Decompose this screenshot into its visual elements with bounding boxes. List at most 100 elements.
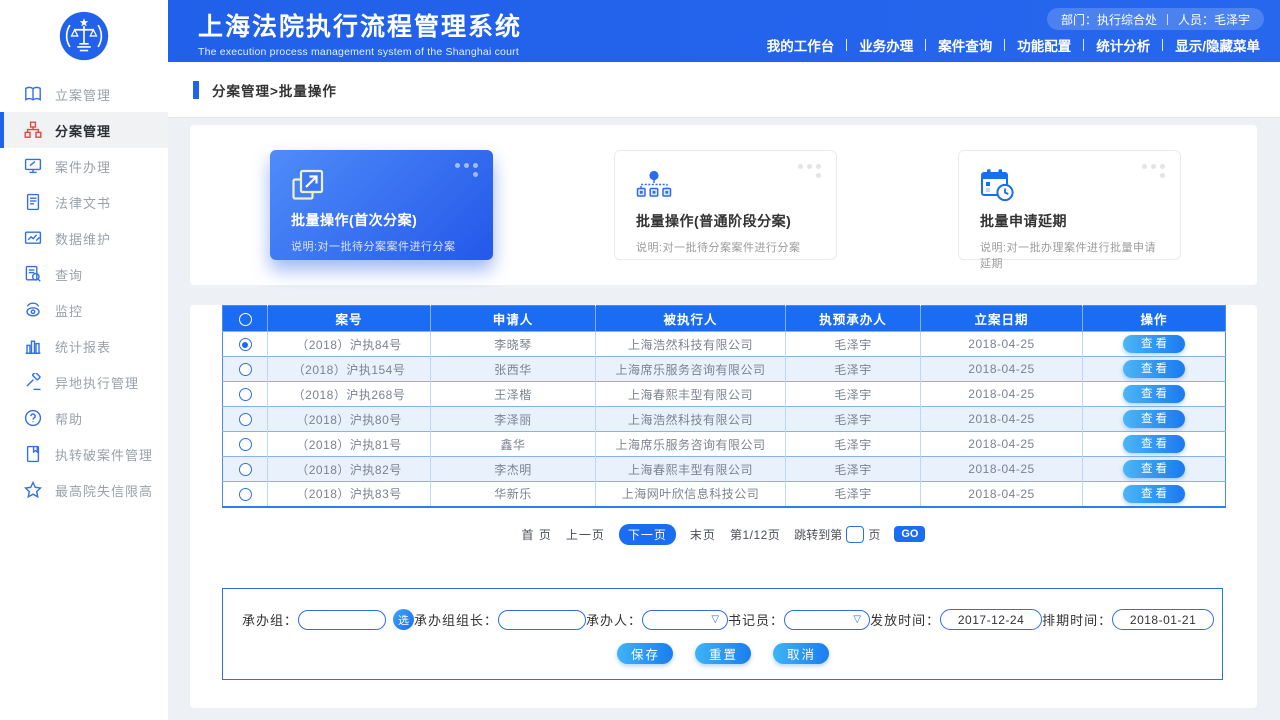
- cell-executee: 上海浩然科技有限公司: [596, 332, 786, 357]
- select-all-radio[interactable]: [239, 313, 252, 326]
- row-radio[interactable]: [239, 463, 252, 476]
- cancel-button[interactable]: 取消: [773, 643, 829, 664]
- breadcrumb-bar: 分案管理>批量操作: [168, 62, 1280, 118]
- nav-my-workbench[interactable]: 我的工作台: [755, 35, 847, 55]
- table-row: （2018）沪执84号 李晓琴 上海浩然科技有限公司 毛泽宇 2018-04-2…: [223, 332, 1226, 357]
- column-header-handler: 执预承办人: [786, 306, 921, 332]
- sidebar-item-help[interactable]: 帮助: [0, 400, 168, 436]
- pick-group-button[interactable]: 选: [393, 609, 414, 630]
- view-button[interactable]: 查看: [1123, 435, 1185, 453]
- field-label: 承办组：: [242, 610, 298, 629]
- sidebar-item-label: 异地执行管理: [55, 373, 139, 392]
- sidebar-item-bankruptcy-cases[interactable]: 执转破案件管理: [0, 436, 168, 472]
- dots-menu-icon: [455, 163, 479, 178]
- sidebar-item-data-maintenance[interactable]: 数据维护: [0, 220, 168, 256]
- sidebar-item-case-filing[interactable]: 立案管理: [0, 76, 168, 112]
- field-label: 书记员：: [728, 610, 784, 629]
- nav-case-query[interactable]: 案件查询: [926, 35, 1004, 55]
- field-label: 排期时间：: [1042, 610, 1112, 629]
- card-title: 批量操作(普通阶段分案): [636, 211, 822, 231]
- view-button[interactable]: 查看: [1123, 385, 1185, 403]
- cell-case-no: （2018）沪执80号: [268, 407, 431, 432]
- pagination-next[interactable]: 下一页: [619, 524, 676, 545]
- search-document-icon: [23, 264, 43, 284]
- cell-handler: 毛泽宇: [786, 457, 921, 482]
- view-button[interactable]: 查看: [1123, 360, 1185, 378]
- nav-business-handling[interactable]: 业务办理: [847, 35, 925, 55]
- cell-handler: 毛泽宇: [786, 407, 921, 432]
- card-batch-extension-request[interactable]: 批量申请延期 说明:对一批办理案件进行批量申请延期: [958, 150, 1181, 260]
- assignment-form: 承办组： 选 承办组组长： 承办人： ▽ 书记员： ▽ 发放时间：: [222, 588, 1223, 680]
- pagination-jump-input[interactable]: [846, 526, 864, 543]
- sidebar-item-case-handling[interactable]: 案件办理: [0, 148, 168, 184]
- column-header-case-no: 案号: [268, 306, 431, 332]
- card-title: 批量操作(首次分案): [291, 210, 479, 230]
- star-icon: [23, 480, 43, 500]
- cell-handler: 毛泽宇: [786, 357, 921, 382]
- sidebar-item-case-assignment[interactable]: 分案管理: [0, 112, 168, 148]
- column-header-actions: 操作: [1083, 306, 1226, 332]
- sidebar-item-legal-documents[interactable]: 法律文书: [0, 184, 168, 220]
- table-row: （2018）沪执81号 鑫华 上海席乐服务咨询有限公司 毛泽宇 2018-04-…: [223, 432, 1226, 457]
- chart-edit-icon: [23, 228, 43, 248]
- cell-filing-date: 2018-04-25: [921, 357, 1083, 382]
- pagination: 首 页 上一页 下一页 末页 第1/12页 跳转到第 页 GO: [222, 524, 1225, 545]
- handler-group-input[interactable]: [298, 610, 386, 630]
- share-arrow-icon: [291, 163, 479, 201]
- nav-function-config[interactable]: 功能配置: [1005, 35, 1083, 55]
- court-emblem-logo: [0, 0, 168, 64]
- group-leader-input[interactable]: [498, 610, 586, 630]
- view-button[interactable]: 查看: [1123, 410, 1185, 428]
- view-button[interactable]: 查看: [1123, 485, 1185, 503]
- card-batch-first-assignment[interactable]: 批量操作(首次分案) 说明:对一批待分案案件进行分案: [270, 150, 493, 260]
- cell-applicant: 王泽楷: [431, 382, 596, 407]
- schedule-date-input[interactable]: 2018-01-21: [1112, 609, 1214, 630]
- pagination-go-button[interactable]: GO: [894, 526, 925, 542]
- column-header-applicant: 申请人: [431, 306, 596, 332]
- clerk-select[interactable]: ▽: [784, 610, 870, 630]
- card-batch-stage-assignment[interactable]: 批量操作(普通阶段分案) 说明:对一批待分案案件进行分案: [614, 150, 837, 260]
- sidebar-item-supreme-court-dishonesty[interactable]: 最高院失信限高: [0, 472, 168, 508]
- pagination-first[interactable]: 首 页: [522, 526, 552, 543]
- cell-executee: 上海席乐服务咨询有限公司: [596, 432, 786, 457]
- column-header-executee: 被执行人: [596, 306, 786, 332]
- reset-button[interactable]: 重置: [695, 643, 751, 664]
- nav-toggle-menu[interactable]: 显示/隐藏菜单: [1163, 35, 1272, 55]
- view-button[interactable]: 查看: [1123, 460, 1185, 478]
- breadcrumb-accent-bar: [193, 81, 199, 99]
- pagination-prev[interactable]: 上一页: [566, 526, 605, 543]
- cell-filing-date: 2018-04-25: [921, 482, 1083, 507]
- nav-statistics[interactable]: 统计分析: [1084, 35, 1162, 55]
- pagination-last[interactable]: 末页: [690, 526, 716, 543]
- user-department: 部门：执行综合处: [1061, 11, 1157, 28]
- cell-applicant: 李杰明: [431, 457, 596, 482]
- sidebar-item-label: 最高院失信限高: [55, 481, 153, 500]
- chevron-down-icon: ▽: [853, 614, 861, 625]
- table-row: （2018）沪执154号 张西华 上海席乐服务咨询有限公司 毛泽宇 2018-0…: [223, 357, 1226, 382]
- row-radio[interactable]: [239, 338, 252, 351]
- cell-handler: 毛泽宇: [786, 332, 921, 357]
- sidebar-item-remote-execution[interactable]: 异地执行管理: [0, 364, 168, 400]
- breadcrumb: 分案管理>批量操作: [212, 80, 337, 100]
- save-button[interactable]: 保存: [617, 643, 673, 664]
- cell-executee: 上海春熙丰型有限公司: [596, 457, 786, 482]
- row-radio[interactable]: [239, 438, 252, 451]
- view-button[interactable]: 查看: [1123, 335, 1185, 353]
- field-issue-date: 发放时间： 2017-12-24: [870, 609, 1042, 630]
- issue-date-input[interactable]: 2017-12-24: [940, 609, 1042, 630]
- cell-applicant: 李泽丽: [431, 407, 596, 432]
- sidebar-item-monitoring[interactable]: 监控: [0, 292, 168, 328]
- pagination-jump-suffix: 页: [868, 526, 880, 543]
- row-radio[interactable]: [239, 388, 252, 401]
- cell-case-no: （2018）沪执268号: [268, 382, 431, 407]
- field-schedule-date: 排期时间： 2018-01-21: [1042, 609, 1214, 630]
- cell-executee: 上海浩然科技有限公司: [596, 407, 786, 432]
- row-radio[interactable]: [239, 363, 252, 376]
- sidebar-item-query[interactable]: 查询: [0, 256, 168, 292]
- sidebar-item-statistics-report[interactable]: 统计报表: [0, 328, 168, 364]
- row-radio[interactable]: [239, 413, 252, 426]
- row-radio[interactable]: [239, 488, 252, 501]
- handler-select[interactable]: ▽: [642, 610, 728, 630]
- question-circle-icon: [23, 408, 43, 428]
- dots-menu-icon: [798, 164, 822, 179]
